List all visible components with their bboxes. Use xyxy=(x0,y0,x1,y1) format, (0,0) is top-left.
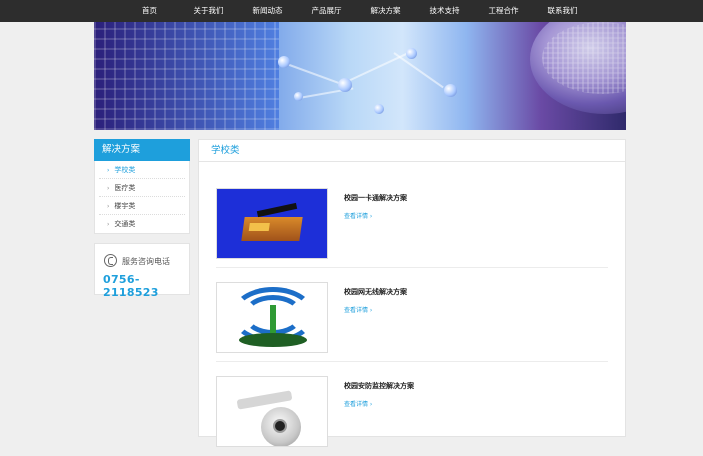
sidebar-item-building[interactable]: › 楼宇类 xyxy=(99,197,185,215)
sidebar: 解决方案 › 学校类 › 医疗类 › 楼宇类 › 交通类 xyxy=(94,139,190,234)
nav-solutions[interactable]: 解决方案 xyxy=(356,0,415,22)
molecule-atom xyxy=(406,48,417,59)
top-navigation: 首页 关于我们 新闻动态 产品展厅 解决方案 技术支持 工程合作 联系我们 xyxy=(0,0,703,22)
product-item: 校园一卡通解决方案 查看详情 › xyxy=(216,188,608,268)
view-details-link[interactable]: 查看详情 › xyxy=(344,305,372,314)
chevron-right-icon: › xyxy=(107,185,110,192)
product-item: 校园安防监控解决方案 查看详情 › xyxy=(216,376,608,456)
antenna-pole xyxy=(270,305,276,333)
hero-banner xyxy=(94,22,626,130)
nav-cooperation[interactable]: 工程合作 xyxy=(474,0,533,22)
circuit-grid-graphic xyxy=(94,22,279,130)
nav-home[interactable]: 首页 xyxy=(120,0,179,22)
main-content: 学校类 校园一卡通解决方案 查看详情 › 校园网无线解决方案 查看详情 › 校园… xyxy=(198,139,626,447)
hotline-number: 0756-2118523 xyxy=(103,273,159,299)
chevron-right-icon: › xyxy=(107,203,110,210)
divider xyxy=(216,361,608,362)
molecule-atom xyxy=(444,84,457,97)
nav-products[interactable]: 产品展厅 xyxy=(297,0,356,22)
product-item: 校园网无线解决方案 查看详情 › xyxy=(216,282,608,362)
page-title: 学校类 xyxy=(199,140,625,162)
silicon-wafer-graphic xyxy=(530,22,626,114)
divider xyxy=(216,267,608,268)
sidebar-item-label: 学校类 xyxy=(114,166,136,174)
antenna-base xyxy=(239,333,307,347)
security-camera-image[interactable] xyxy=(216,376,328,447)
molecule-bond xyxy=(393,52,444,89)
phone-icon xyxy=(104,254,117,267)
nav-news[interactable]: 新闻动态 xyxy=(238,0,297,22)
nav-contact[interactable]: 联系我们 xyxy=(533,0,592,22)
sidebar-item-label: 楼宇类 xyxy=(114,202,136,210)
product-title[interactable]: 校园安防监控解决方案 xyxy=(344,381,414,391)
camera-lens xyxy=(273,419,287,433)
molecule-atom xyxy=(374,104,384,114)
product-title[interactable]: 校园网无线解决方案 xyxy=(344,287,407,297)
nav-about[interactable]: 关于我们 xyxy=(179,0,238,22)
service-hotline: 服务咨询电话 0756-2118523 xyxy=(94,243,190,299)
view-details-link[interactable]: 查看详情 › xyxy=(344,399,372,408)
nav-support[interactable]: 技术支持 xyxy=(415,0,474,22)
card-graphic xyxy=(241,217,303,241)
sidebar-item-label: 医疗类 xyxy=(114,184,136,192)
sidebar-item-label: 交通类 xyxy=(114,220,136,228)
sidebar-item-transport[interactable]: › 交通类 xyxy=(99,215,185,233)
chevron-right-icon: › xyxy=(107,167,110,174)
sidebar-title: 解决方案 xyxy=(94,139,190,161)
sidebar-item-medical[interactable]: › 医疗类 xyxy=(99,179,185,197)
product-title[interactable]: 校园一卡通解决方案 xyxy=(344,193,407,203)
sidebar-list: › 学校类 › 医疗类 › 楼宇类 › 交通类 xyxy=(94,161,190,234)
chevron-right-icon: › xyxy=(107,221,110,228)
molecule-atom xyxy=(294,92,303,101)
molecule-atom xyxy=(278,56,290,68)
view-details-link[interactable]: 查看详情 › xyxy=(344,211,372,220)
hotline-label: 服务咨询电话 xyxy=(122,257,170,266)
wireless-antenna-image[interactable] xyxy=(216,282,328,353)
smart-card-reader-image[interactable] xyxy=(216,188,328,259)
molecule-atom xyxy=(338,78,352,92)
sidebar-item-school[interactable]: › 学校类 xyxy=(99,161,185,179)
reader-graphic xyxy=(256,202,298,218)
molecule-bond xyxy=(283,62,341,85)
